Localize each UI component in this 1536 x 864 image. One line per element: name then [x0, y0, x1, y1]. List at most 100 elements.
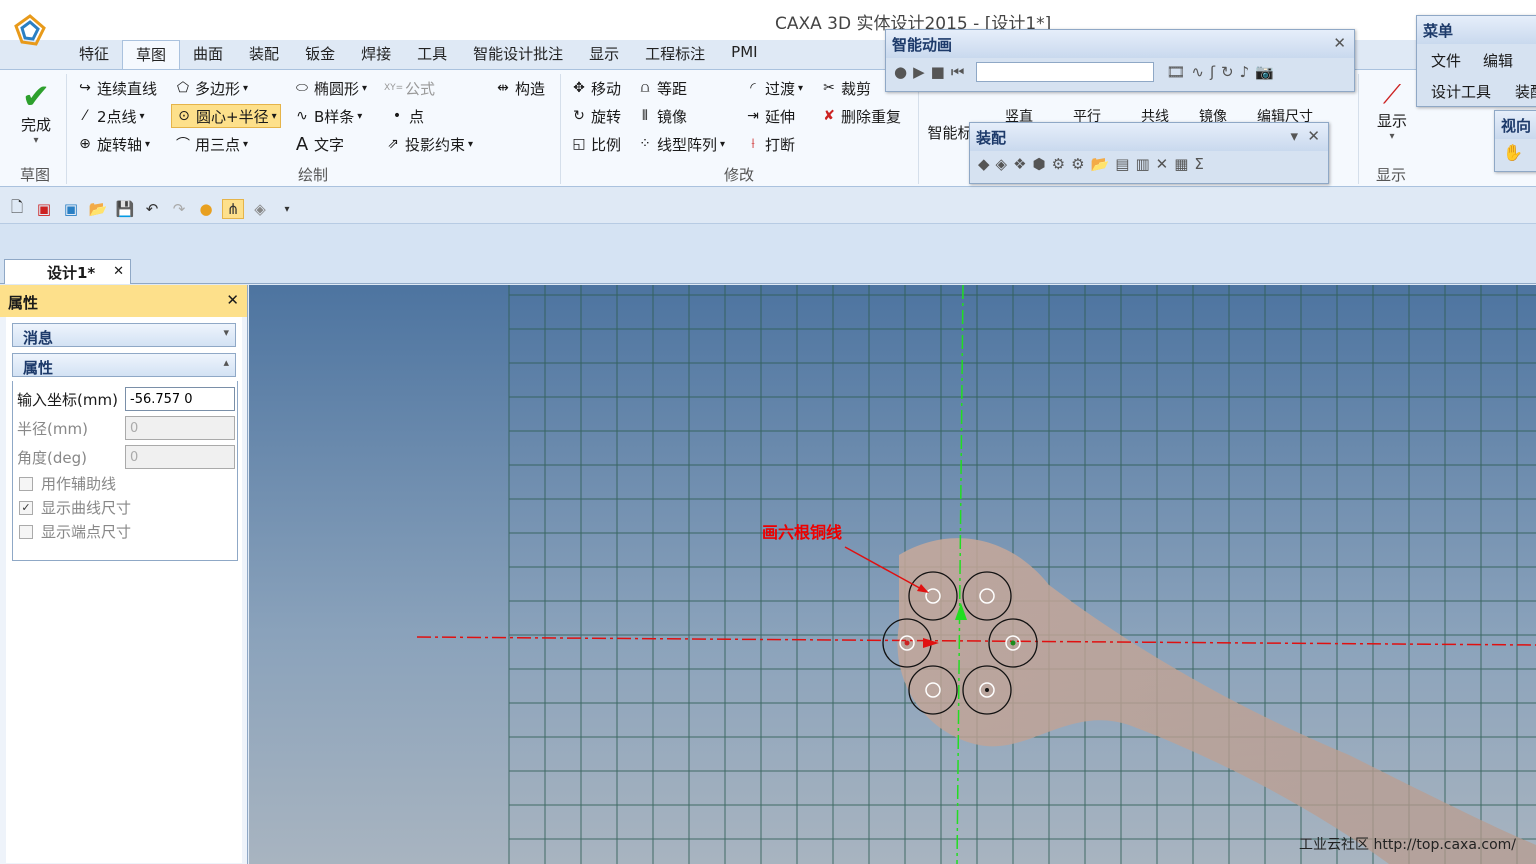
polyline-button[interactable]: ↪ 连续直线 — [76, 76, 157, 100]
record-icon[interactable]: ● — [894, 63, 907, 81]
close-icon[interactable]: ✕ — [113, 264, 124, 279]
customize-dropdown-icon[interactable]: ▾ — [276, 204, 298, 215]
show-endpoint-dim-checkbox[interactable] — [19, 525, 33, 539]
doc-tab-design1[interactable]: 设计1* ✕ — [4, 259, 131, 284]
bspline-button[interactable]: ∿ B样条 ▾ — [293, 104, 362, 128]
assembly-tool-icon[interactable]: ▤ — [1115, 155, 1129, 173]
tab-display[interactable]: 显示 — [576, 40, 632, 70]
section-properties[interactable]: 属性 ▴ — [12, 353, 236, 377]
rewind-icon[interactable]: ⏮ — [951, 63, 965, 81]
linear-array-label: 线型阵列 — [657, 135, 718, 154]
construct-label: 构造 — [515, 79, 546, 98]
camera-icon[interactable]: 📷 — [1255, 63, 1274, 81]
rotation-axis-button[interactable]: ⊕ 旋转轴 ▾ — [76, 132, 150, 156]
path2-icon[interactable]: ʃ — [1210, 63, 1215, 81]
extend-button[interactable]: ⇥ 延伸 — [744, 104, 795, 128]
tab-engineering-dim[interactable]: 工程标注 — [632, 40, 718, 70]
watermark: 工业云社区 http://top.caxa.com/ — [1299, 837, 1516, 853]
sum-icon[interactable]: Σ — [1194, 155, 1203, 173]
assembly-tool-icon[interactable]: ▥ — [1135, 155, 1149, 173]
tab-assembly[interactable]: 装配 — [236, 40, 292, 70]
tree-icon[interactable]: ⋔ — [222, 199, 244, 219]
linear-array-button[interactable]: ⁘ 线型阵列 ▾ — [636, 132, 725, 156]
animation-timeline-slider[interactable] — [976, 62, 1155, 82]
keyframe-icon[interactable]: ♪ — [1240, 63, 1250, 81]
rotate-label: 旋转 — [591, 107, 622, 126]
assembly-tool-icon[interactable]: ⬢ — [1033, 155, 1046, 173]
play-icon[interactable]: ▶ — [913, 63, 925, 81]
undo-icon[interactable]: ↶ — [141, 200, 163, 218]
tab-tools[interactable]: 工具 — [404, 40, 460, 70]
delete-duplicate-icon: ✘ — [823, 108, 835, 124]
tab-sheetmetal[interactable]: 钣金 — [292, 40, 348, 70]
fillet-button[interactable]: ◜ 过渡 ▾ — [744, 76, 803, 100]
component-icon[interactable]: ◈ — [249, 200, 271, 218]
close-icon[interactable]: ✕ — [226, 291, 239, 309]
mirror-button[interactable]: ⫴ 镜像 — [636, 104, 687, 128]
point-button[interactable]: • 点 — [388, 104, 424, 128]
caxa-logo-icon — [14, 14, 46, 46]
assembly-tool-icon[interactable]: ◈ — [996, 155, 1008, 173]
rotate-button[interactable]: ↻ 旋转 — [570, 104, 621, 128]
menu-edit[interactable]: 编辑 — [1483, 50, 1513, 71]
menu-design-tools[interactable]: 设计工具 — [1431, 81, 1491, 102]
open-icon[interactable]: 📂 — [87, 200, 109, 218]
new-drawing-icon[interactable]: ▣ — [60, 200, 82, 218]
section-message[interactable]: 消息 ▾ — [12, 323, 236, 347]
ellipse-button[interactable]: ⬭ 椭圆形 ▾ — [293, 76, 367, 100]
folder-icon[interactable]: 📂 — [1091, 155, 1110, 173]
assembly-tool-icon[interactable]: ◆ — [978, 155, 990, 173]
tab-smart-annotation[interactable]: 智能设计批注 — [460, 40, 576, 70]
assembly-tool-icon[interactable]: ✕ — [1156, 155, 1169, 173]
arc-3point-button[interactable]: ⌒ 用三点 ▾ — [174, 132, 248, 156]
angle-input[interactable] — [125, 445, 235, 469]
scale-button[interactable]: ◱ 比例 — [570, 132, 621, 156]
close-icon[interactable]: ✕ — [1307, 127, 1320, 145]
assembly-tool-icon[interactable]: ▦ — [1174, 155, 1188, 173]
break-button[interactable]: ⟊ 打断 — [744, 132, 795, 156]
coord-input[interactable] — [125, 387, 235, 411]
rotate-path-icon[interactable]: ↻ — [1221, 63, 1234, 81]
projection-constraint-button[interactable]: ⇗ 投影约束 ▾ — [384, 132, 473, 156]
formula-button[interactable]: XY= 公式 — [384, 76, 435, 100]
tab-surface[interactable]: 曲面 — [180, 40, 236, 70]
finish-button[interactable]: ✔ 完成 ▾ — [8, 80, 64, 146]
path-icon[interactable]: ∿ — [1191, 63, 1204, 81]
radius-input[interactable] — [125, 416, 235, 440]
text-button[interactable]: A 文字 — [293, 132, 344, 156]
assembly-tool-icon[interactable]: ⚙ — [1052, 155, 1065, 173]
assembly-tool-icon[interactable]: ⚙ — [1071, 155, 1084, 173]
film-icon[interactable]: 🎞 — [1166, 63, 1185, 81]
display-button[interactable]: ⟋ 显示 ▾ — [1368, 80, 1416, 142]
sketch-canvas[interactable] — [249, 285, 1536, 864]
save-icon[interactable]: 💾 — [114, 200, 136, 218]
viewport-3d[interactable]: 工业云社区 http://top.caxa.com/ — [249, 285, 1536, 864]
show-curve-dim-checkbox[interactable]: ✓ — [19, 501, 33, 515]
chevron-down-icon[interactable]: ▾ — [1290, 127, 1298, 145]
tab-sketch[interactable]: 草图 — [122, 40, 181, 70]
circle-center-radius-button[interactable]: ⊙ 圆心+半径 ▾ — [171, 104, 281, 128]
part-icon[interactable]: ● — [195, 200, 217, 218]
tab-welding[interactable]: 焊接 — [348, 40, 404, 70]
assembly-tool-icon[interactable]: ❖ — [1013, 155, 1026, 173]
polygon-button[interactable]: ⬠ 多边形 ▾ — [174, 76, 248, 100]
menu-assembly[interactable]: 装配 — [1515, 81, 1536, 102]
close-icon[interactable]: ✕ — [1333, 34, 1346, 52]
aux-line-checkbox[interactable] — [19, 477, 33, 491]
hand-pan-icon[interactable]: ✋ — [1495, 139, 1536, 166]
new-design-icon[interactable]: ▣ — [33, 200, 55, 218]
delete-duplicate-button[interactable]: ✘ 删除重复 — [820, 104, 901, 128]
smart-animation-toolbar: 智能动画 ✕ ● ▶ ■ ⏮ 🎞 ∿ ʃ ↻ ♪ 📷 — [885, 29, 1355, 92]
tab-pmi[interactable]: PMI — [718, 40, 770, 70]
move-button[interactable]: ✥ 移动 — [570, 76, 621, 100]
menu-file[interactable]: 文件 — [1431, 50, 1461, 71]
tab-feature[interactable]: 特征 — [66, 40, 122, 70]
smart-dimension-button[interactable]: 智能标 — [926, 122, 974, 143]
offset-button[interactable]: ⩍ 等距 — [636, 76, 687, 100]
redo-icon[interactable]: ↷ — [168, 200, 190, 218]
trim-button[interactable]: ✂ 裁剪 — [820, 76, 871, 100]
line-2point-button[interactable]: ⁄ 2点线 ▾ — [76, 104, 145, 128]
new-icon[interactable]: 🗋 — [6, 197, 28, 222]
construct-button[interactable]: ⇹ 构造 — [494, 76, 545, 100]
stop-icon[interactable]: ■ — [931, 63, 945, 81]
